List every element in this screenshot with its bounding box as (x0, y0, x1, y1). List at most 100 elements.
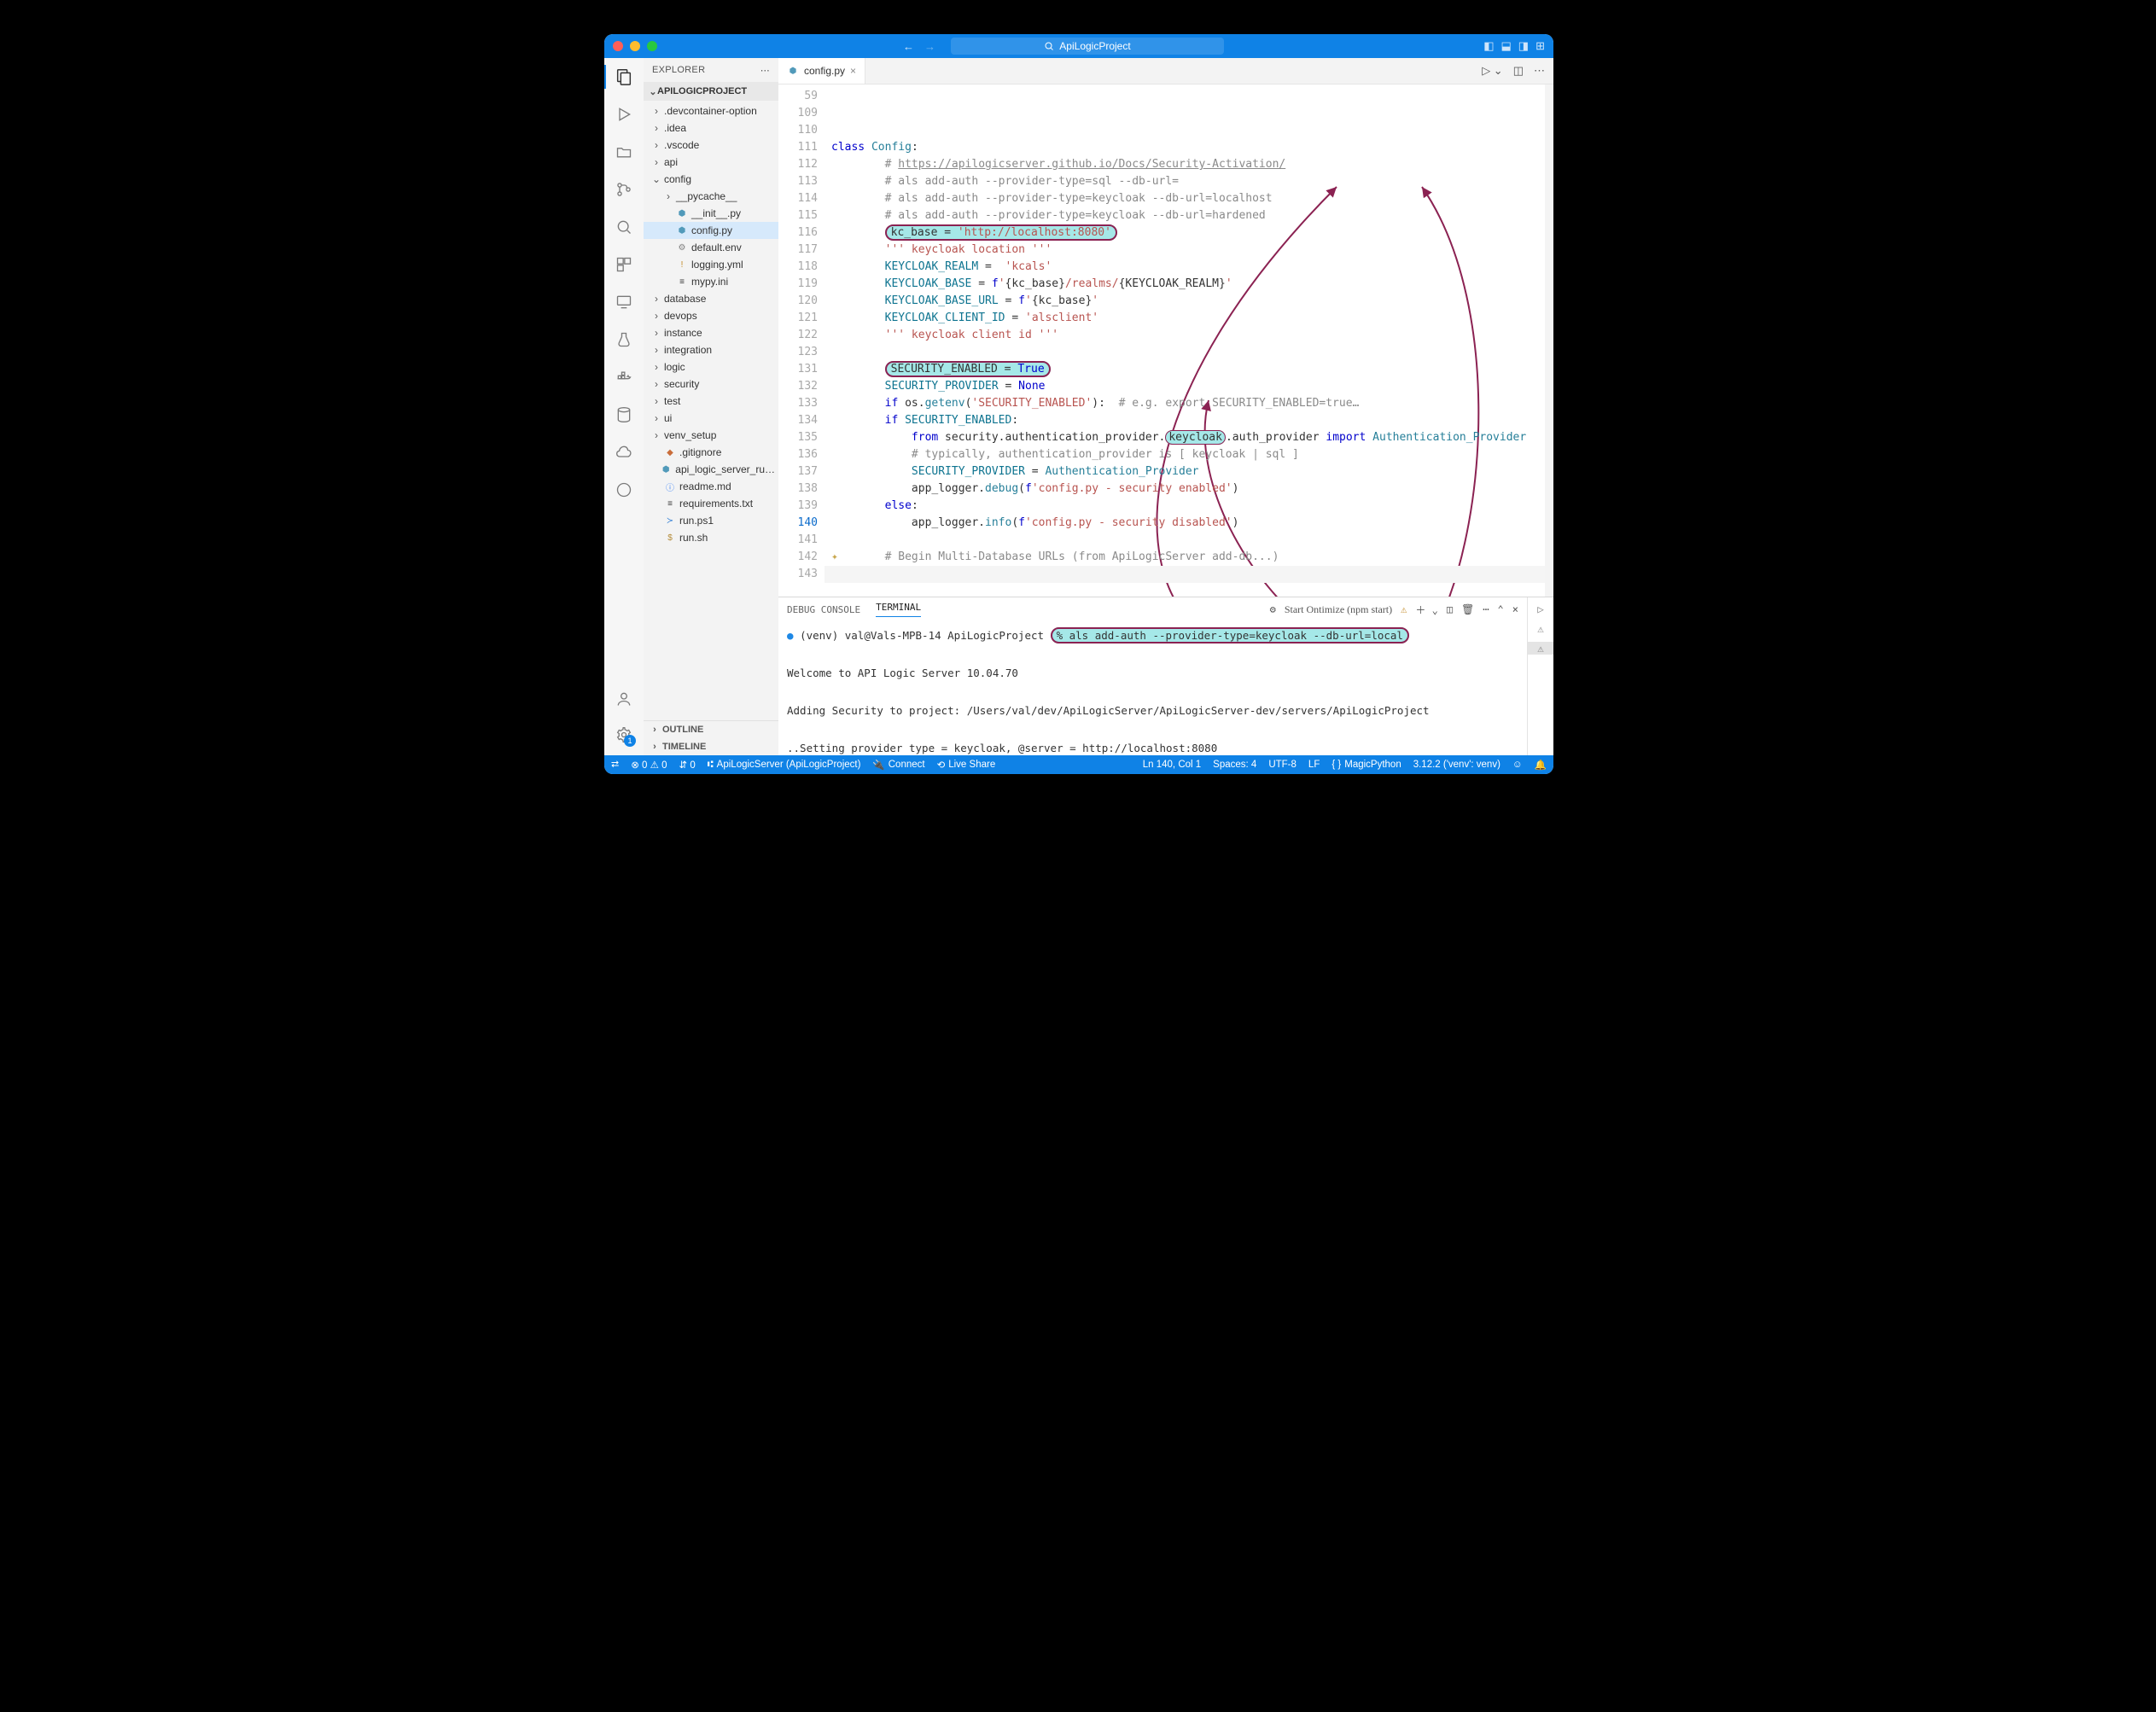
nav-back-button[interactable]: ← (903, 40, 914, 53)
timeline-section[interactable]: ›TIMELINE (644, 738, 778, 755)
encoding-status[interactable]: UTF-8 (1268, 759, 1297, 771)
testing-view-button[interactable] (614, 329, 634, 350)
terminal-body[interactable]: ● (venv) val@Vals-MPB-14 ApiLogicProject… (778, 621, 1527, 755)
file-item[interactable]: ≻run.ps1 (644, 512, 778, 529)
tab-config-py[interactable]: ⬢ config.py × (778, 58, 865, 84)
file-item[interactable]: ⚙default.env (644, 239, 778, 256)
docker-view-button[interactable] (614, 367, 634, 387)
outline-section[interactable]: ›OUTLINE (644, 721, 778, 738)
activity-bar: 1 (604, 58, 644, 755)
folder-item[interactable]: ⌄config (644, 171, 778, 188)
layout-grid-icon[interactable]: ⊞ (1535, 39, 1545, 53)
file-item[interactable]: ◆.gitignore (644, 444, 778, 461)
problems-status[interactable]: ⊗ 0 ⚠ 0 (631, 759, 667, 771)
indent-status[interactable]: Spaces: 4 (1213, 759, 1256, 771)
layout-bottom-icon[interactable]: ⬓ (1501, 39, 1512, 53)
project-header[interactable]: ⌄APILOGICPROJECT (644, 82, 778, 101)
debug-console-tab[interactable]: DEBUG CONSOLE (787, 604, 860, 615)
maximize-window-button[interactable] (647, 41, 657, 51)
maximize-panel-icon[interactable]: ⌃ (1498, 603, 1504, 615)
folder-item[interactable]: ›.devcontainer-option (644, 102, 778, 119)
folder-item[interactable]: ›ui (644, 410, 778, 427)
terminal-tab[interactable]: TERMINAL (876, 602, 921, 617)
close-panel-icon[interactable]: × (1512, 603, 1518, 615)
eol-status[interactable]: LF (1308, 759, 1320, 771)
terminal-side-list: ▷ ⚠ ⚠ (1527, 597, 1553, 755)
folder-item[interactable]: ›.idea (644, 119, 778, 137)
file-item[interactable]: $run.sh (644, 529, 778, 546)
layout-right-icon[interactable]: ◨ (1518, 39, 1529, 53)
minimap[interactable] (1545, 84, 1553, 597)
terminal-1-icon[interactable]: ▷ (1537, 603, 1544, 615)
terminal-2-icon[interactable]: ⚠ (1537, 622, 1544, 635)
folder-item[interactable]: ›logic (644, 358, 778, 376)
language-status[interactable]: { } MagicPython (1331, 759, 1401, 771)
connect-status[interactable]: 🔌 Connect (872, 759, 924, 771)
run-file-button[interactable]: ▷ ⌄ (1482, 64, 1503, 78)
close-window-button[interactable] (613, 41, 623, 51)
folder-item[interactable]: ›instance (644, 324, 778, 341)
split-editor-icon[interactable]: ◫ (1513, 64, 1524, 78)
notifications-icon[interactable]: 🔔 (1535, 759, 1547, 771)
extensions-view-button[interactable] (614, 254, 634, 275)
explorer-more-icon[interactable]: ⋯ (760, 65, 770, 76)
file-item[interactable]: ⓘreadme.md (644, 478, 778, 495)
env-file-icon: ⚙ (676, 242, 688, 253)
file-item[interactable]: ⬢api_logic_server_ru… (644, 461, 778, 478)
project-status[interactable]: ⑆ ApiLogicServer (ApiLogicProject) (708, 760, 861, 770)
liveshare-status[interactable]: ⟲ Live Share (937, 759, 996, 771)
bottom-panel: DEBUG CONSOLE TERMINAL ⚙ Start Ontimize … (778, 597, 1553, 755)
remote-view-button[interactable] (614, 292, 634, 312)
file-item[interactable]: ⬢config.py (644, 222, 778, 239)
git-file-icon: ◆ (664, 446, 676, 458)
ports-status[interactable]: ⇵ 0 (679, 759, 696, 771)
code-editor[interactable]: 5910911011111211311411511611711811912012… (778, 84, 1553, 597)
md-file-icon: ⓘ (664, 480, 676, 492)
run-task-label[interactable]: Start Ontimize (npm start) (1285, 603, 1392, 616)
minimize-window-button[interactable] (630, 41, 640, 51)
folder-item[interactable]: ›security (644, 376, 778, 393)
new-terminal-button[interactable]: ＋ ⌄ (1415, 603, 1437, 617)
file-item[interactable]: ≡mypy.ini (644, 273, 778, 290)
search-view-button[interactable] (614, 217, 634, 237)
command-center-text: ApiLogicProject (1059, 40, 1130, 52)
github-view-button[interactable] (614, 480, 634, 500)
folder-item[interactable]: ›test (644, 393, 778, 410)
panel-more-icon[interactable]: ⋯ (1483, 603, 1489, 615)
explorer-title: EXPLORER (652, 65, 705, 75)
python-env-status[interactable]: 3.12.2 ('venv': venv) (1413, 759, 1500, 771)
split-terminal-icon[interactable]: ◫ (1447, 603, 1453, 615)
terminal-3-icon[interactable]: ⚠ (1528, 642, 1553, 655)
explorer-view-button[interactable] (614, 67, 634, 87)
run-debug-view-button[interactable] (614, 104, 634, 125)
file-item[interactable]: ⬢__init__.py (644, 205, 778, 222)
close-tab-icon[interactable]: × (850, 65, 856, 77)
source-control-view-button[interactable] (614, 179, 634, 200)
py-file-icon: ⬢ (660, 463, 672, 475)
layout-left-icon[interactable]: ◧ (1483, 39, 1494, 53)
run-task-icon[interactable]: ⚙ (1270, 603, 1276, 615)
remote-indicator[interactable]: ⮂ (611, 760, 619, 771)
database-view-button[interactable] (614, 405, 634, 425)
kill-terminal-icon[interactable]: 🗑 (1461, 603, 1474, 615)
settings-button[interactable]: 1 (614, 725, 634, 745)
cursor-position[interactable]: Ln 140, Col 1 (1143, 759, 1201, 771)
folder-item[interactable]: ›api (644, 154, 778, 171)
status-bar: ⮂ ⊗ 0 ⚠ 0 ⇵ 0 ⑆ ApiLogicServer (ApiLogic… (604, 755, 1553, 774)
nav-forward-button[interactable]: → (924, 40, 935, 53)
feedback-icon[interactable]: ☺ (1512, 759, 1523, 771)
file-item[interactable]: ≡requirements.txt (644, 495, 778, 512)
folder-item[interactable]: ›.vscode (644, 137, 778, 154)
titlebar: ← → ApiLogicProject ◧ ⬓ ◨ ⊞ (604, 34, 1553, 58)
azure-view-button[interactable] (614, 442, 634, 463)
folder-item[interactable]: ›devops (644, 307, 778, 324)
file-item[interactable]: !logging.yml (644, 256, 778, 273)
folder-item[interactable]: ›database (644, 290, 778, 307)
folder-item[interactable]: ›__pycache__ (644, 188, 778, 205)
folder-view-button[interactable] (614, 142, 634, 162)
accounts-button[interactable] (614, 689, 634, 709)
editor-more-icon[interactable]: ⋯ (1534, 64, 1545, 78)
folder-item[interactable]: ›integration (644, 341, 778, 358)
command-center[interactable]: ApiLogicProject (951, 38, 1224, 55)
folder-item[interactable]: ›venv_setup (644, 427, 778, 444)
